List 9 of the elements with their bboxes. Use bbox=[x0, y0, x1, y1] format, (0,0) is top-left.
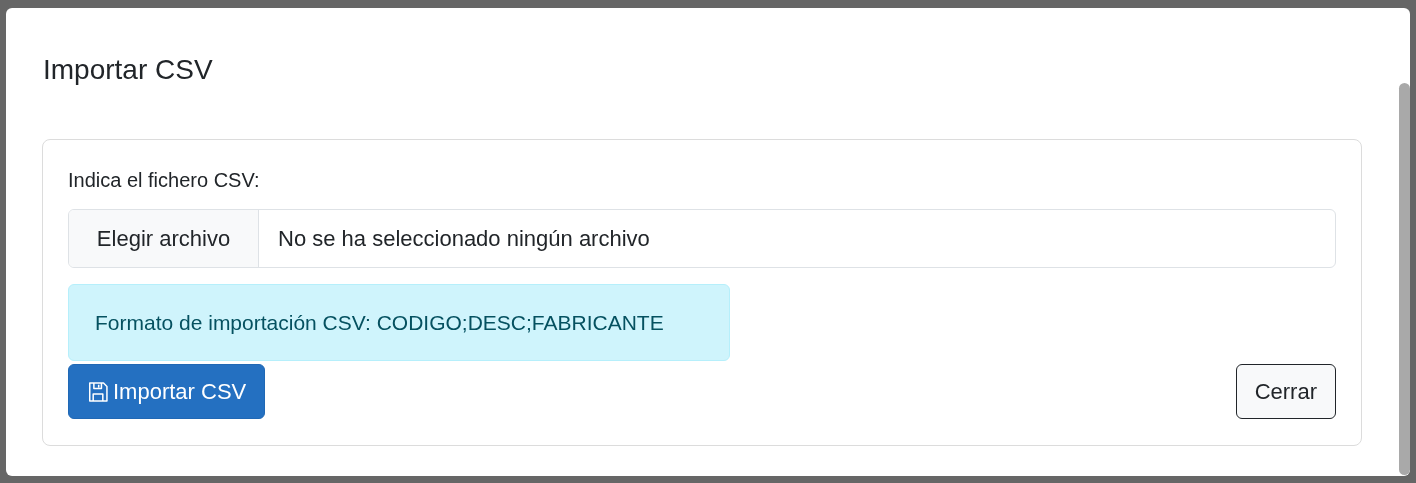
info-alert: Formato de importación CSV: CODIGO;DESC;FABRICANTE bbox=[68, 284, 730, 361]
close-button[interactable]: Cerrar bbox=[1235, 364, 1336, 419]
import-button[interactable]: Importar CSV bbox=[68, 364, 266, 419]
choose-file-button[interactable]: Elegir archivo bbox=[69, 210, 259, 267]
file-status: No se ha seleccionado ningún archivo bbox=[277, 224, 650, 253]
file-input[interactable]: Elegir archivo No se ha seleccionado ningún archivo bbox=[68, 209, 1336, 268]
scrollbar[interactable] bbox=[1399, 83, 1410, 475]
modal-title: Importar CSV bbox=[43, 53, 214, 87]
field-label: Indica el fichero CSV: bbox=[68, 168, 261, 192]
